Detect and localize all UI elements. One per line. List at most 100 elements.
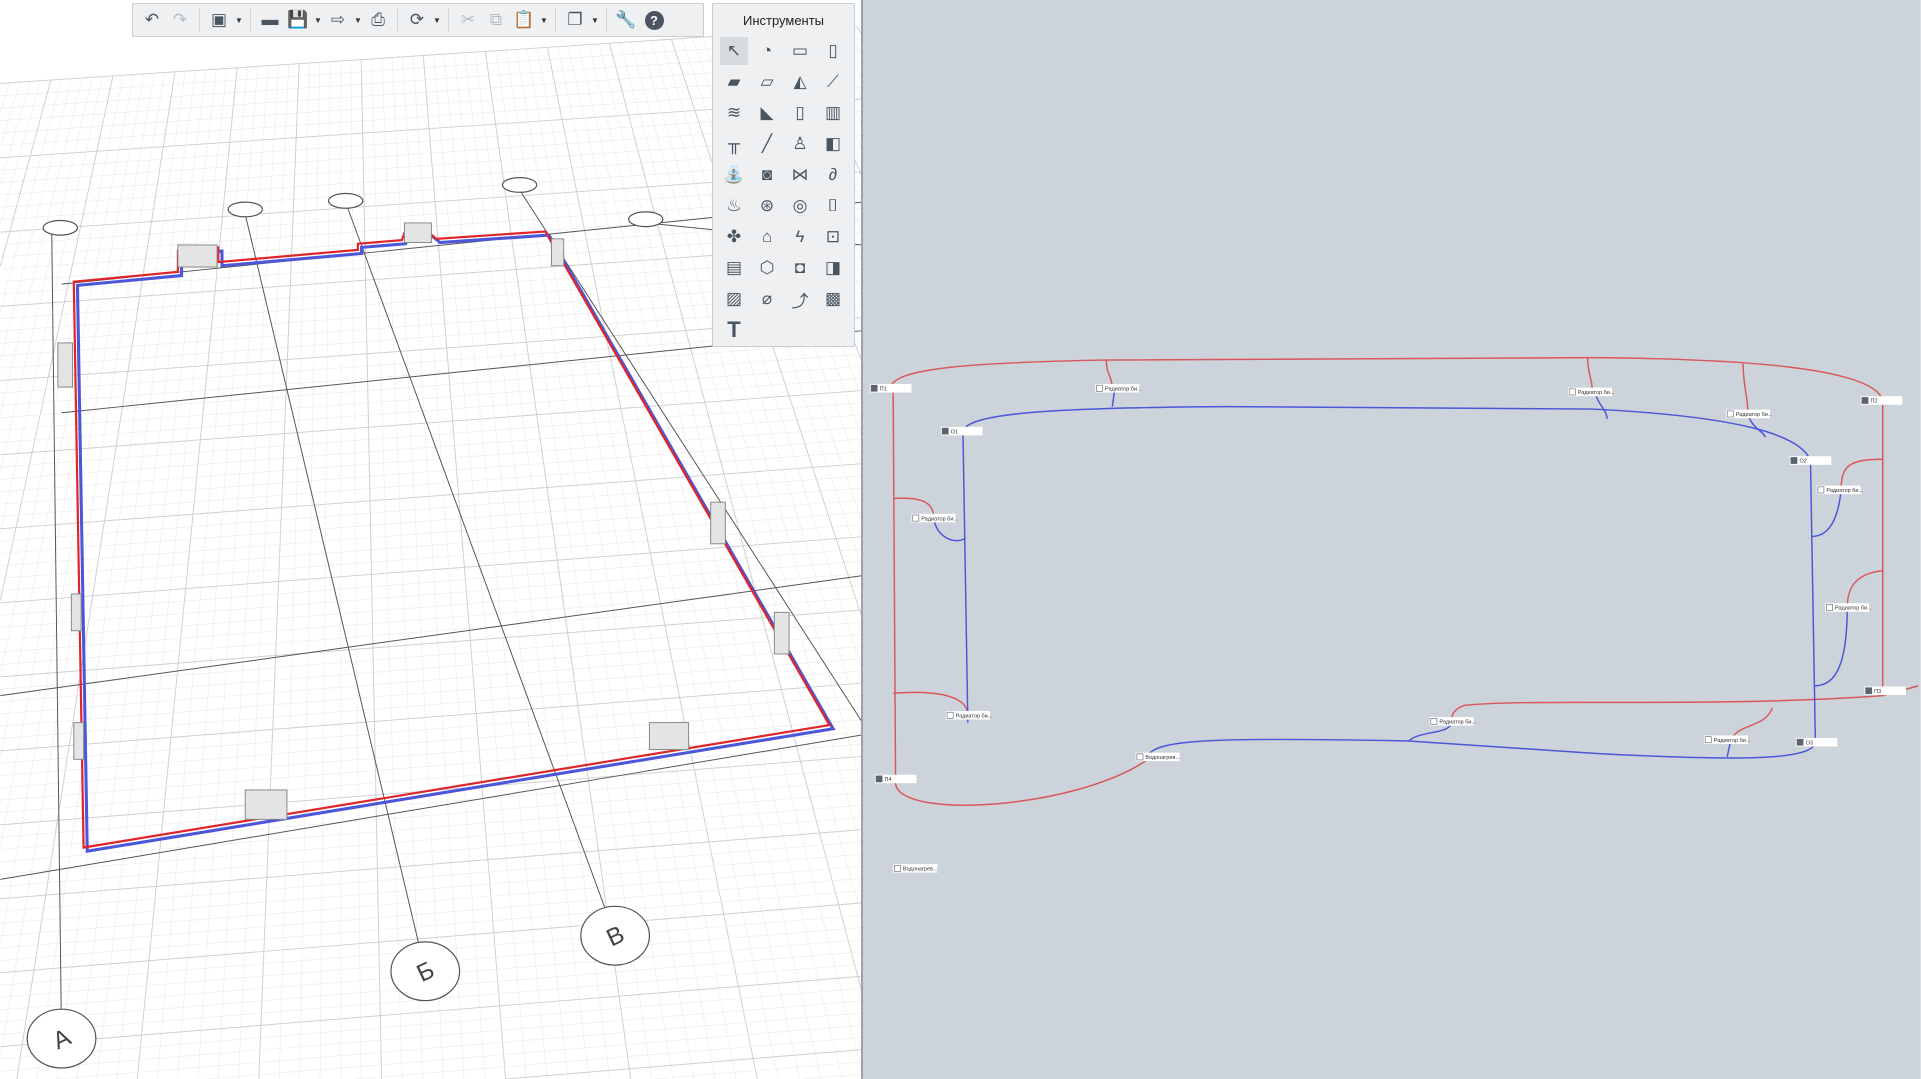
grid-line xyxy=(350,60,362,1079)
print-button[interactable]: ⎙ xyxy=(365,7,391,33)
heating-equipment-icon[interactable]: ♨ xyxy=(720,192,748,220)
duct-fitting-icon[interactable]: ⌷ xyxy=(819,192,847,220)
dropdown-arrow-icon[interactable]: ▼ xyxy=(313,16,323,25)
fire-alarm-icon[interactable]: ⬡ xyxy=(753,254,781,282)
view-splitter[interactable] xyxy=(861,0,863,1079)
radiator-3d[interactable] xyxy=(403,222,432,243)
redo-button[interactable]: ↷ xyxy=(167,7,193,33)
save-button[interactable]: 💾 xyxy=(285,7,311,33)
radiator-node[interactable]: Радиатор би... xyxy=(1825,603,1872,612)
axis-bubble[interactable] xyxy=(42,219,79,236)
panel-icon[interactable]: ▤ xyxy=(720,254,748,282)
socket-icon[interactable]: ⊡ xyxy=(819,223,847,251)
furniture-icon[interactable]: ♙ xyxy=(786,130,814,158)
radiator-node[interactable]: Радиатор би... xyxy=(1095,383,1142,393)
help-button[interactable]: ? xyxy=(641,7,667,33)
lamp-icon[interactable]: ⌂ xyxy=(753,223,781,251)
water-heater-node[interactable]: Водонагрев... xyxy=(1135,752,1181,762)
select-arrow-icon[interactable]: ↖ xyxy=(720,37,748,65)
duct-icon[interactable]: ◧ xyxy=(819,130,847,158)
toolbar-separator xyxy=(199,8,200,32)
axis-bubble[interactable] xyxy=(501,176,538,193)
radiator-3d[interactable] xyxy=(57,342,74,388)
axis-bubble[interactable] xyxy=(227,201,264,218)
cut-button[interactable]: ✂ xyxy=(455,7,481,33)
wall-panel-icon[interactable]: ◨ xyxy=(819,254,847,282)
open-folder-button[interactable]: ▬ xyxy=(257,7,283,33)
radiator-3d[interactable] xyxy=(73,722,85,760)
radiator-node[interactable]: Радиатор би... xyxy=(1703,735,1751,745)
wall-icon[interactable]: ▭ xyxy=(786,37,814,65)
collector-node[interactable]: П2 xyxy=(1860,396,1903,405)
beam-icon[interactable]: ⟋ xyxy=(819,68,847,96)
radiator-node[interactable]: Радиатор би... xyxy=(1429,717,1477,726)
radiator-node[interactable]: Радиатор би... xyxy=(1816,485,1864,495)
workspace[interactable]: АБВ П1О1П2О2П3О3П4Радиатор би...Радиатор… xyxy=(0,0,1921,1079)
railing-icon[interactable]: ╥ xyxy=(720,130,748,158)
roof-icon[interactable]: ◭ xyxy=(786,68,814,96)
axis-bubble[interactable] xyxy=(627,211,664,228)
radiator-3d[interactable] xyxy=(710,501,726,545)
export-button[interactable]: ⇨ xyxy=(325,7,351,33)
plumbing-fixture-icon[interactable]: ⛲ xyxy=(720,161,748,189)
fan-icon[interactable]: ⊛ xyxy=(753,192,781,220)
collector-node[interactable]: П3 xyxy=(1864,686,1907,696)
radiator-3d[interactable] xyxy=(648,722,690,751)
slab-opening-icon[interactable]: ▱ xyxy=(753,68,781,96)
valve-icon[interactable]: ⋈ xyxy=(786,161,814,189)
ventilation-equipment-icon[interactable]: ✤ xyxy=(720,223,748,251)
wrench-button[interactable]: 🔧 xyxy=(613,7,639,33)
washing-machine-icon[interactable]: ◙ xyxy=(753,161,781,189)
collector-node[interactable]: О3 xyxy=(1795,737,1838,747)
grid-line xyxy=(0,572,863,641)
collector-node[interactable]: П1 xyxy=(869,383,912,393)
radiator-3d[interactable] xyxy=(70,593,82,632)
styles-icon[interactable]: ◔ xyxy=(753,37,781,65)
grid-axis-line xyxy=(244,214,426,972)
radiator-node[interactable]: Радиатор би... xyxy=(911,513,959,523)
radiator-3d[interactable] xyxy=(773,611,790,655)
collector-node[interactable]: П4 xyxy=(874,774,917,784)
radiator-3d[interactable] xyxy=(244,789,288,820)
dropdown-arrow-icon[interactable]: ▼ xyxy=(353,16,363,25)
door-icon[interactable]: ▯ xyxy=(786,99,814,127)
window-icon[interactable]: ▥ xyxy=(819,99,847,127)
slab-icon[interactable]: ▰ xyxy=(720,68,748,96)
dropdown-arrow-icon[interactable]: ▼ xyxy=(590,16,600,25)
dropdown-arrow-icon[interactable]: ▼ xyxy=(234,16,244,25)
pipe-fitting-icon[interactable]: ∂ xyxy=(819,161,847,189)
layers-button[interactable]: ❐ xyxy=(562,7,588,33)
dimension-icon[interactable]: ⌀ xyxy=(753,285,781,313)
3d-view-button[interactable]: ▣ xyxy=(206,7,232,33)
grid-axis-line xyxy=(0,734,863,880)
copy-button[interactable]: ⧉ xyxy=(483,7,509,33)
radiator-node[interactable]: Радиатор би... xyxy=(945,710,993,720)
hatch-icon[interactable]: ▩ xyxy=(819,285,847,313)
radiator-3d[interactable] xyxy=(177,244,218,268)
collector-node[interactable]: О1 xyxy=(940,426,983,436)
schematic-view-background[interactable] xyxy=(862,0,1921,1079)
electrical-equipment-icon[interactable]: ϟ xyxy=(786,223,814,251)
camera-icon[interactable]: ◘ xyxy=(786,254,814,282)
axis-bubble[interactable] xyxy=(327,192,364,209)
text-icon[interactable]: T xyxy=(720,316,748,344)
undo-button[interactable]: ↶ xyxy=(139,7,165,33)
dropdown-arrow-icon[interactable]: ▼ xyxy=(432,16,442,25)
radiator-3d[interactable] xyxy=(550,238,565,267)
column-icon[interactable]: ▯ xyxy=(819,37,847,65)
ramp-icon[interactable]: ◣ xyxy=(753,99,781,127)
cloud-sync-button[interactable]: ⟳ xyxy=(404,7,430,33)
collector-node[interactable]: О2 xyxy=(1789,456,1832,465)
wrench-icon: 🔧 xyxy=(615,10,637,29)
radiator-node[interactable]: Радиатор би... xyxy=(1725,409,1773,419)
curve-icon[interactable]: ⤴ xyxy=(786,285,814,313)
line-icon[interactable]: ╱ xyxy=(753,130,781,158)
pipe-icon[interactable]: ◎ xyxy=(786,192,814,220)
paste-button[interactable]: 📋 xyxy=(511,7,537,33)
dropdown-arrow-icon[interactable]: ▼ xyxy=(539,16,549,25)
node-label: Радиатор би... xyxy=(1439,720,1476,726)
stairs-icon[interactable]: ≋ xyxy=(720,99,748,127)
radiator-node[interactable]: Радиатор би... xyxy=(1567,387,1615,397)
image-icon[interactable]: ▨ xyxy=(720,285,748,313)
water-heater-node[interactable]: Водонагрев... xyxy=(893,864,938,873)
